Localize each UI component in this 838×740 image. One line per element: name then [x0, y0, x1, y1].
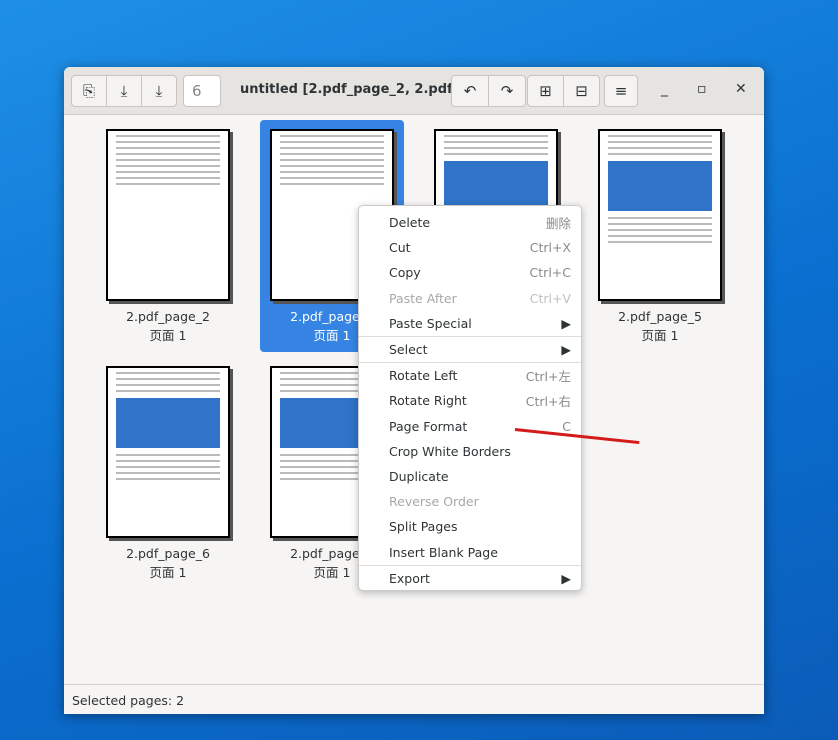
menu-item-crop-white-borders[interactable]: Crop White Borders	[359, 439, 581, 464]
menu-item-label: Reverse Order	[389, 494, 479, 510]
menu-item-shortcut: Ctrl+V	[529, 290, 571, 306]
menu-item-shortcut: 删除	[545, 216, 571, 232]
menu-item-insert-blank-page[interactable]: Insert Blank Page	[359, 539, 581, 564]
menu-item-label: Rotate Right	[389, 393, 467, 409]
zoom-in-icon[interactable]: ⊞	[527, 75, 564, 107]
menu-item-label: Copy	[389, 265, 421, 281]
menu-item-shortcut: Ctrl+左	[525, 369, 571, 385]
minimize-icon[interactable]: _	[661, 81, 668, 97]
menu-item-rotate-left[interactable]: Rotate Left Ctrl+左	[359, 363, 581, 388]
menu-item-shortcut: Ctrl+右	[525, 394, 571, 410]
save-icon[interactable]: ⤓	[106, 75, 142, 107]
menu-item-label: Select	[389, 342, 428, 358]
page-subtitle: 页面 1	[149, 328, 187, 343]
page-thumbnail[interactable]: 2.pdf_page_5 页面 1	[588, 120, 732, 352]
menu-item-cut[interactable]: Cut Ctrl+X	[359, 235, 581, 260]
menu-item-label: Paste After	[389, 290, 457, 306]
menu-item-shortcut: Ctrl+X	[529, 240, 571, 256]
menu-item-export[interactable]: Export ▶	[359, 566, 581, 591]
menu-item-shortcut: C	[562, 418, 571, 434]
menu-item-select[interactable]: Select ▶	[359, 337, 581, 362]
menu-item-paste-special[interactable]: Paste Special ▶	[359, 311, 581, 336]
menu-item-label: Duplicate	[389, 468, 449, 484]
maximize-icon[interactable]: ▫	[697, 81, 707, 97]
context-menu: Delete 删除 Cut Ctrl+X Copy Ctrl+C Paste After Ct…	[358, 205, 582, 591]
menu-item-shortcut: Ctrl+C	[529, 265, 571, 281]
menu-item-label: Export	[389, 570, 430, 586]
menu-item-shortcut: ▶	[561, 342, 571, 358]
import-icon[interactable]: ⎘	[71, 75, 107, 107]
menu-item-label: Delete	[389, 215, 431, 231]
page-preview	[106, 129, 230, 301]
save-as-icon[interactable]: ⤓	[141, 75, 177, 107]
menu-item-delete[interactable]: Delete 删除	[359, 210, 581, 235]
page-name: 2.pdf_page_6	[126, 546, 210, 561]
page-preview	[598, 129, 722, 301]
page-name: 2.pdf_page_5	[618, 309, 702, 324]
page-number-field[interactable]: 6	[183, 75, 221, 107]
window-title: untitled [2.pdf_page_2, 2.pdf_...	[240, 82, 474, 97]
menu-item-label: Rotate Left	[389, 368, 458, 384]
zoom-out-icon[interactable]: ⊟	[563, 75, 600, 107]
rotate-left-icon[interactable]: ↶	[451, 75, 489, 107]
menu-item-label: Crop White Borders	[389, 443, 511, 459]
menu-item-rotate-right[interactable]: Rotate Right Ctrl+右	[359, 388, 581, 413]
menu-item-split-pages[interactable]: Split Pages	[359, 514, 581, 539]
page-thumbnail[interactable]: 2.pdf_page_2 页面 1	[96, 120, 240, 352]
status-bar: Selected pages: 2	[64, 684, 764, 714]
page-name: 2.pdf_page_2	[126, 309, 210, 324]
menu-item-duplicate[interactable]: Duplicate	[359, 464, 581, 489]
menu-item-page-format[interactable]: Page Format C	[359, 414, 581, 439]
menu-item-label: Cut	[389, 240, 411, 256]
menu-item-copy[interactable]: Copy Ctrl+C	[359, 260, 581, 285]
menu-item-label: Page Format	[389, 418, 468, 434]
page-subtitle: 页面 1	[149, 565, 187, 580]
page-preview	[106, 366, 230, 538]
page-thumbnail[interactable]: 2.pdf_page_6 页面 1	[96, 357, 240, 589]
menu-item-label: Paste Special	[389, 315, 472, 331]
menu-item-reverse-order: Reverse Order	[359, 489, 581, 514]
menu-item-shortcut: ▶	[561, 315, 571, 331]
header-bar: ⎘ ⤓ ⤓ 6 untitled [2.pdf_page_2, 2.pdf_..…	[64, 67, 764, 115]
menu-item-paste-after: Paste After Ctrl+V	[359, 286, 581, 311]
page-subtitle: 页面 1	[641, 328, 679, 343]
menu-icon[interactable]: ≡	[604, 75, 638, 107]
menu-item-label: Split Pages	[389, 519, 458, 535]
menu-item-shortcut: ▶	[561, 570, 571, 586]
menu-item-label: Insert Blank Page	[389, 544, 498, 560]
close-icon[interactable]: ✕	[735, 81, 747, 97]
rotate-right-icon[interactable]: ↷	[488, 75, 526, 107]
